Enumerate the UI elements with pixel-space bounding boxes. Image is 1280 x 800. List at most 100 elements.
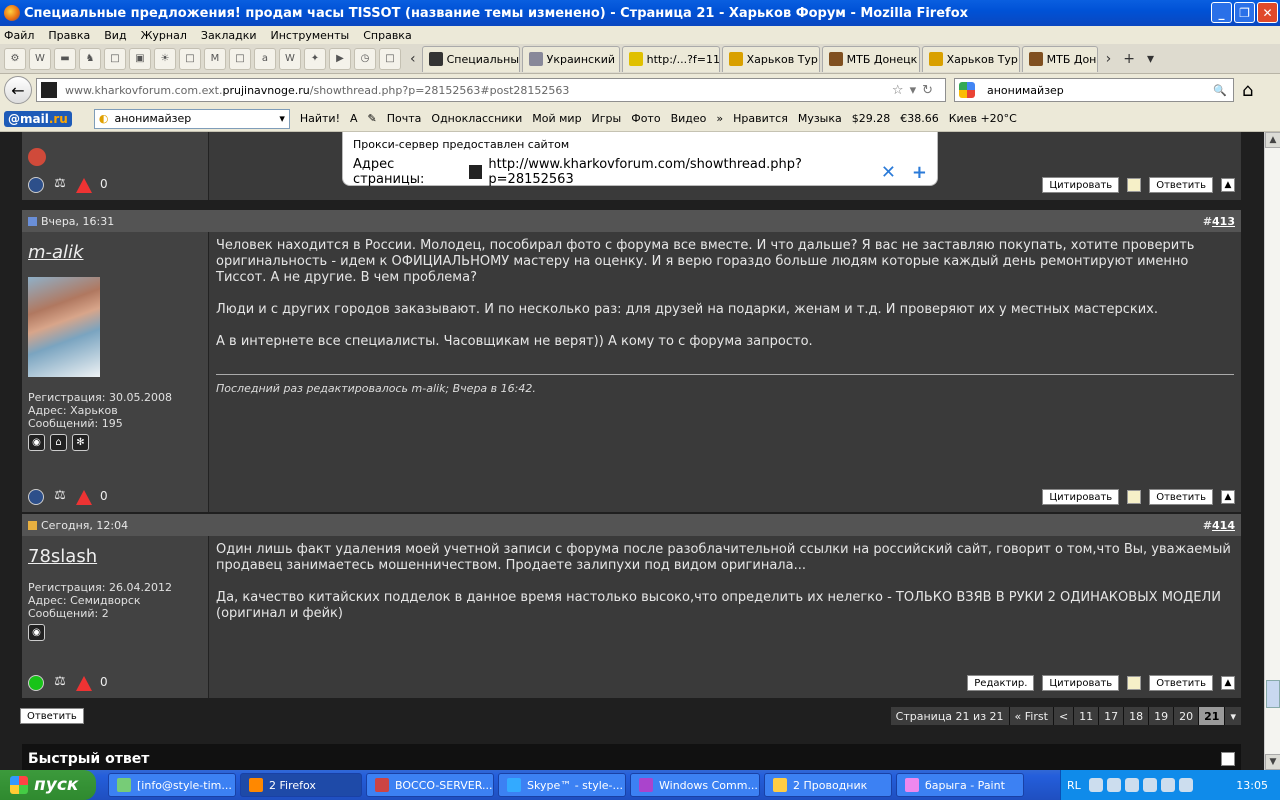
- mailru-likes[interactable]: Нравится: [733, 112, 788, 125]
- car-icon[interactable]: ▬: [54, 47, 76, 70]
- new-tab-icon[interactable]: +: [1123, 51, 1135, 67]
- url-bar[interactable]: www.kharkovforum.com.ext. prujinavnoge.ru…: [36, 78, 946, 102]
- bookmark-icon[interactable]: ♞: [79, 47, 101, 70]
- scroll-up-icon[interactable]: ▲: [1265, 132, 1280, 148]
- tab-kharkov-tour-2[interactable]: Харьков Тур...: [921, 45, 1020, 72]
- tab-http[interactable]: http:/...?f=112: [621, 45, 720, 72]
- bookmark-icon[interactable]: □: [179, 47, 201, 70]
- reply-button[interactable]: Ответить: [1149, 489, 1213, 505]
- tray-icon[interactable]: [1160, 778, 1175, 792]
- task-server[interactable]: BOCCO-SERVER...: [366, 773, 494, 797]
- mailru-photo[interactable]: Фото: [631, 112, 660, 125]
- volkswagen-icon[interactable]: W: [29, 47, 51, 70]
- mailru-find-button[interactable]: Найти!: [300, 112, 340, 125]
- bookmark-icon[interactable]: □: [379, 47, 401, 70]
- multiquote-icon[interactable]: [1127, 490, 1142, 504]
- reply-button[interactable]: Ответить: [1149, 177, 1213, 193]
- task-firefox[interactable]: 2 Firefox: [240, 773, 362, 797]
- chevron-down-icon[interactable]: ▾: [279, 112, 285, 125]
- scroll-top-icon[interactable]: ▲: [1221, 676, 1235, 690]
- mailru-my-world[interactable]: Мой мир: [532, 112, 581, 125]
- clock-icon[interactable]: ◷: [354, 47, 376, 70]
- page-prev-link[interactable]: <: [1052, 707, 1074, 725]
- mailru-mail[interactable]: Почта: [387, 112, 422, 125]
- scroll-top-icon[interactable]: ▲: [1221, 490, 1235, 504]
- page-link[interactable]: 17: [1098, 707, 1124, 725]
- sun-icon[interactable]: ☀: [154, 47, 176, 70]
- search-icon[interactable]: 🔍: [1213, 84, 1227, 97]
- bookmark-star-icon[interactable]: ☆▾↻: [892, 83, 939, 98]
- report-icon[interactable]: [76, 177, 92, 193]
- search-input[interactable]: анонимайзер 🔍: [954, 78, 1234, 102]
- reputation-icon[interactable]: ⚖: [52, 675, 68, 691]
- task-paint[interactable]: барыга - Paint: [896, 773, 1024, 797]
- page-link[interactable]: 11: [1073, 707, 1099, 725]
- quote-button[interactable]: Цитировать: [1042, 177, 1120, 193]
- tab-mtb-donetsk-2[interactable]: МТБ Донец: [1021, 45, 1098, 72]
- tray-icon[interactable]: [1088, 778, 1103, 792]
- tab-specials[interactable]: Специальны...: [421, 45, 520, 72]
- post-number[interactable]: #413: [1203, 215, 1235, 228]
- add-icon[interactable]: +: [912, 162, 927, 183]
- start-button[interactable]: пуск: [0, 770, 96, 800]
- menu-view[interactable]: Вид: [104, 29, 126, 42]
- collapse-icon[interactable]: ▲: [1221, 752, 1235, 766]
- youtube-icon[interactable]: ▶: [329, 47, 351, 70]
- page-link[interactable]: 20: [1173, 707, 1199, 725]
- menu-edit[interactable]: Правка: [48, 29, 90, 42]
- coin-icon[interactable]: M: [204, 47, 226, 70]
- language-indicator[interactable]: RL: [1067, 779, 1081, 792]
- username[interactable]: m-alik: [28, 242, 202, 263]
- tray-icon[interactable]: [1124, 778, 1139, 792]
- bookmark-icon[interactable]: □: [104, 47, 126, 70]
- tabs-list-icon[interactable]: ▾: [1147, 51, 1154, 67]
- mailru-games[interactable]: Игры: [592, 112, 622, 125]
- page-scrollbar[interactable]: ▲ ▼: [1264, 132, 1280, 770]
- tab-kharkov-tour-1[interactable]: Харьков Тур...: [721, 45, 820, 72]
- scroll-thumb[interactable]: [1266, 680, 1280, 708]
- font-size-icon[interactable]: A: [350, 112, 358, 125]
- mailru-music[interactable]: Музыка: [798, 112, 842, 125]
- menu-history[interactable]: Журнал: [141, 29, 187, 42]
- maximize-button[interactable]: ❐: [1234, 2, 1255, 23]
- report-icon[interactable]: [76, 675, 92, 691]
- tray-icon[interactable]: [1142, 778, 1157, 792]
- mailru-odnoklassniki[interactable]: Одноклассники: [431, 112, 522, 125]
- wikipedia-icon[interactable]: W: [279, 47, 301, 70]
- menu-tools[interactable]: Инструменты: [271, 29, 350, 42]
- page-jump-icon[interactable]: ▾: [1224, 707, 1241, 725]
- task-windows-commander[interactable]: Windows Comm...: [630, 773, 760, 797]
- username[interactable]: 78slash: [28, 546, 202, 567]
- task-skype[interactable]: Skype™ - style-...: [498, 773, 626, 797]
- menu-help[interactable]: Справка: [363, 29, 411, 42]
- task-explorer[interactable]: 2 Проводник: [764, 773, 892, 797]
- tray-icon[interactable]: [1178, 778, 1193, 792]
- flag-icon[interactable]: ✦: [304, 47, 326, 70]
- tab-ukrainian[interactable]: Украинский ...: [521, 45, 620, 72]
- post-number[interactable]: #414: [1203, 519, 1235, 532]
- more-chevron-icon[interactable]: »: [716, 112, 723, 125]
- page-link[interactable]: 18: [1123, 707, 1149, 725]
- menu-bookmarks[interactable]: Закладки: [201, 29, 257, 42]
- quote-button[interactable]: Цитировать: [1042, 675, 1120, 691]
- scroll-down-icon[interactable]: ▼: [1265, 754, 1280, 770]
- reputation-icon[interactable]: ⚖: [52, 489, 68, 505]
- task-mail[interactable]: [info@style-tim...: [108, 773, 236, 797]
- reply-button[interactable]: Ответить: [1149, 675, 1213, 691]
- reputation-icon[interactable]: ⚖: [52, 177, 68, 193]
- page-first-link[interactable]: « First: [1008, 707, 1053, 725]
- multiquote-icon[interactable]: [1127, 178, 1142, 192]
- bookmark-icon[interactable]: □: [229, 47, 251, 70]
- scroll-top-icon[interactable]: ▲: [1221, 178, 1235, 192]
- mailru-search-input[interactable]: ◐ анонимайзер ▾: [93, 108, 290, 129]
- report-icon[interactable]: [76, 489, 92, 505]
- thread-reply-button[interactable]: Ответить: [20, 708, 84, 724]
- close-icon[interactable]: ✕: [881, 162, 896, 183]
- minimize-button[interactable]: _: [1211, 2, 1232, 23]
- mailru-logo[interactable]: @mail.ru: [4, 110, 72, 127]
- tab-mtb-donetsk-1[interactable]: МТБ Донецк ...: [821, 45, 920, 72]
- page-link[interactable]: 19: [1148, 707, 1174, 725]
- tabs-scroll-left-icon[interactable]: ‹: [410, 51, 416, 67]
- menu-file[interactable]: Файл: [4, 29, 34, 42]
- mailru-video[interactable]: Видео: [671, 112, 707, 125]
